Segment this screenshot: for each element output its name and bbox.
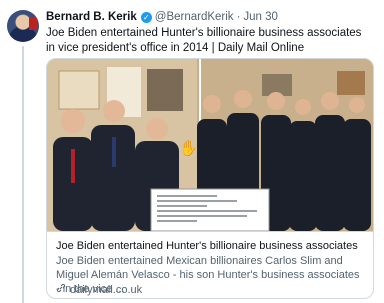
- avatar[interactable]: [7, 10, 39, 42]
- link-card[interactable]: ✋ Joe Biden entertained Hunter's billion…: [46, 58, 374, 299]
- card-domain: dailymail.co.uk: [70, 283, 143, 296]
- author-name[interactable]: Bernard B. Kerik: [46, 11, 137, 23]
- card-photo: ✋: [47, 59, 373, 231]
- link-icon: [56, 283, 67, 296]
- tweet-header: Bernard B. Kerik ✓ @BernardKerik · Jun 3…: [46, 11, 278, 23]
- tweet-text: Joe Biden entertained Hunter's billionai…: [46, 27, 362, 54]
- card-domain-row: dailymail.co.uk: [56, 283, 142, 296]
- card-image[interactable]: ✋: [47, 59, 373, 231]
- card-info[interactable]: Joe Biden entertained Hunter's billionai…: [47, 231, 373, 298]
- verified-badge-icon: ✓: [140, 11, 152, 23]
- svg-text:✋: ✋: [179, 139, 198, 157]
- avatar-flag: [29, 18, 37, 30]
- tweet-timestamp[interactable]: Jun 30: [243, 11, 278, 23]
- card-title[interactable]: Joe Biden entertained Hunter's billionai…: [56, 240, 358, 252]
- thread-line: [22, 46, 24, 303]
- author-handle[interactable]: @BernardKerik: [155, 11, 234, 23]
- separator-dot: ·: [236, 11, 241, 23]
